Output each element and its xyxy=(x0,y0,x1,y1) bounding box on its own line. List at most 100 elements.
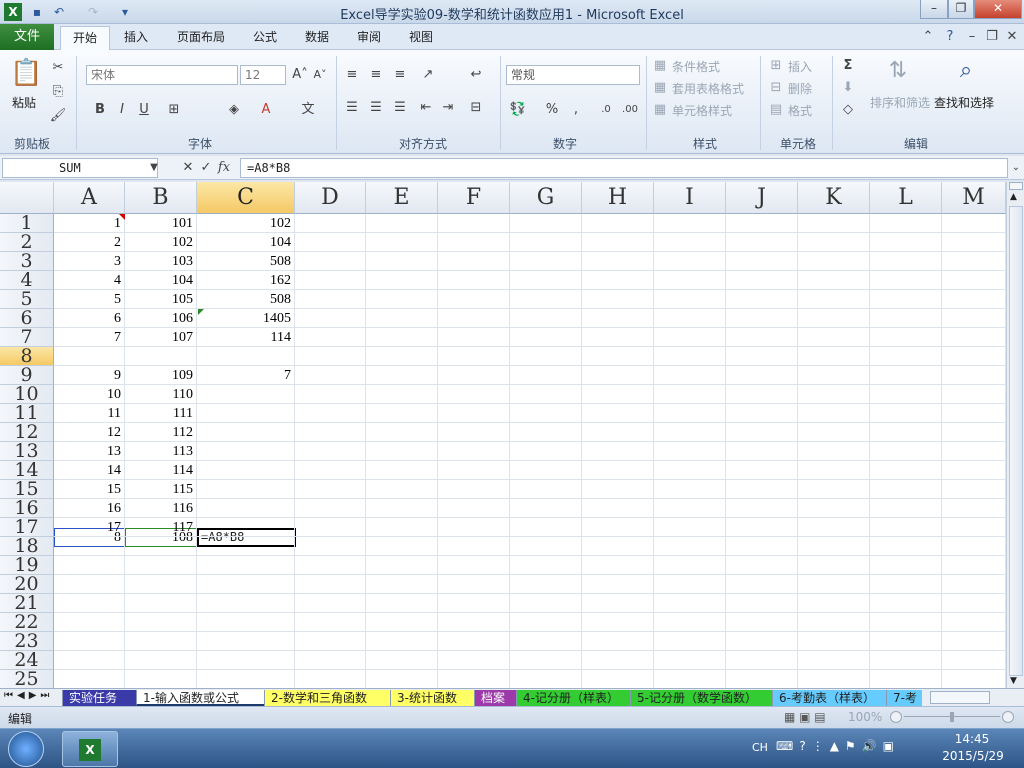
row-header-22[interactable]: 22 xyxy=(0,613,54,632)
excel-taskbar-button[interactable]: X xyxy=(62,731,118,767)
decrease-decimal-icon[interactable]: .00 xyxy=(620,100,640,120)
comma-style-icon[interactable]: , xyxy=(566,100,586,120)
clear-icon[interactable]: ◇ xyxy=(838,100,858,120)
clock-date[interactable]: 2015/5/29 xyxy=(936,749,1010,763)
cell-a4[interactable]: 4 xyxy=(54,271,125,290)
doc-minimize-icon[interactable]: – xyxy=(962,27,982,47)
paste-button[interactable]: 粘贴 xyxy=(12,94,36,111)
select-all-corner[interactable] xyxy=(0,182,54,214)
format-cells-button[interactable]: 格式 xyxy=(788,102,812,119)
row-header-19[interactable]: 19 xyxy=(0,556,54,575)
align-bottom-icon[interactable]: ≡ xyxy=(390,65,410,85)
enter-icon[interactable]: ✓ xyxy=(196,158,216,178)
name-box-dropdown-icon[interactable]: ▼ xyxy=(144,158,164,178)
cell-a3[interactable]: 3 xyxy=(54,252,125,271)
sheet-tab-6[interactable]: 4-记分册（样表） xyxy=(516,690,630,706)
cell-b17[interactable]: 117 xyxy=(125,518,197,537)
row-header-3[interactable]: 3 xyxy=(0,252,54,271)
column-header-h[interactable]: H xyxy=(582,182,654,214)
row-header-17[interactable]: 17 xyxy=(0,518,54,537)
align-middle-icon[interactable]: ≡ xyxy=(366,65,386,85)
accounting-format-icon[interactable]: 💱 xyxy=(508,100,528,120)
tray-icons-icon[interactable]: ⌨?⋮▲⚑🔊▣ xyxy=(776,739,900,753)
cell-b10[interactable]: 110 xyxy=(125,385,197,404)
cell-a14[interactable]: 14 xyxy=(54,461,125,480)
cut-icon[interactable]: ✂ xyxy=(48,58,68,78)
cell-b2[interactable]: 102 xyxy=(125,233,197,252)
zoom-slider[interactable] xyxy=(890,711,1016,723)
scroll-thumb[interactable] xyxy=(1009,206,1023,676)
horizontal-scrollbar[interactable] xyxy=(930,691,990,704)
merge-center-icon[interactable]: ⊟ xyxy=(466,98,486,118)
sheet-tab-4[interactable]: 3-统计函数 xyxy=(390,690,474,706)
border-icon[interactable]: ⊞ xyxy=(164,100,184,120)
row-header-15[interactable]: 15 xyxy=(0,480,54,499)
cell-a1[interactable]: 1 xyxy=(54,214,125,233)
name-box[interactable]: SUM xyxy=(2,158,158,178)
column-header-i[interactable]: I xyxy=(654,182,726,214)
cell-c7[interactable]: 114 xyxy=(197,328,295,347)
sheet-tab-9[interactable]: 7-考 xyxy=(886,690,922,706)
sheet-tab-1[interactable]: 实验任务 xyxy=(62,690,136,706)
input-language[interactable]: CH xyxy=(752,741,768,754)
sort-filter-button[interactable]: 排序和筛选 xyxy=(870,94,930,111)
row-header-4[interactable]: 4 xyxy=(0,271,54,290)
column-header-m[interactable]: M xyxy=(942,182,1006,214)
row-header-10[interactable]: 10 xyxy=(0,385,54,404)
column-header-g[interactable]: G xyxy=(510,182,582,214)
cell-c6[interactable]: 1405 xyxy=(197,309,295,328)
clock-time[interactable]: 14:45 xyxy=(944,732,1000,746)
cell-c3[interactable]: 508 xyxy=(197,252,295,271)
cell-a15[interactable]: 15 xyxy=(54,480,125,499)
scroll-up-icon[interactable]: ▲ xyxy=(1010,192,1017,202)
tab-page-layout[interactable]: 页面布局 xyxy=(166,26,236,50)
cell-a2[interactable]: 2 xyxy=(54,233,125,252)
column-header-a[interactable]: A xyxy=(54,182,125,214)
row-header-6[interactable]: 6 xyxy=(0,309,54,328)
start-button[interactable] xyxy=(8,731,44,767)
cancel-icon[interactable]: ✕ xyxy=(178,158,198,178)
tab-home[interactable]: 开始 xyxy=(60,26,110,50)
tab-view[interactable]: 视图 xyxy=(400,26,442,50)
cell-a10[interactable]: 10 xyxy=(54,385,125,404)
cell-a12[interactable]: 12 xyxy=(54,423,125,442)
column-header-l[interactable]: L xyxy=(870,182,942,214)
cell-a11[interactable]: 11 xyxy=(54,404,125,423)
wrap-text-icon[interactable]: ↩ xyxy=(466,65,486,85)
column-header-k[interactable]: K xyxy=(798,182,870,214)
cell-b16[interactable]: 116 xyxy=(125,499,197,518)
align-center-icon[interactable]: ☰ xyxy=(366,98,386,118)
expand-formula-icon[interactable]: ⌄ xyxy=(1006,158,1024,178)
cell-a5[interactable]: 5 xyxy=(54,290,125,309)
italic-button[interactable]: I xyxy=(112,100,132,120)
cell-a6[interactable]: 6 xyxy=(54,309,125,328)
cell-a7[interactable]: 7 xyxy=(54,328,125,347)
row-header-16[interactable]: 16 xyxy=(0,499,54,518)
row-header-18[interactable]: 18 xyxy=(0,537,54,556)
orientation-icon[interactable]: ↗ xyxy=(418,65,438,85)
row-header-21[interactable]: 21 xyxy=(0,594,54,613)
doc-restore-icon[interactable]: ❐ xyxy=(982,27,1002,47)
row-header-8[interactable]: 8 xyxy=(0,347,54,366)
cell-a9[interactable]: 9 xyxy=(54,366,125,385)
row-header-11[interactable]: 11 xyxy=(0,404,54,423)
sheet-tab-3[interactable]: 2-数学和三角函数 xyxy=(264,690,390,706)
column-header-c[interactable]: C xyxy=(197,182,295,214)
cell-c5[interactable]: 508 xyxy=(197,290,295,309)
tab-file[interactable]: 文件 xyxy=(0,24,54,50)
cell-b1[interactable]: 101 xyxy=(125,214,197,233)
insert-function-button[interactable]: fx xyxy=(214,158,234,178)
row-header-9[interactable]: 9 xyxy=(0,366,54,385)
row-header-7[interactable]: 7 xyxy=(0,328,54,347)
decrease-indent-icon[interactable]: ⇤ xyxy=(416,98,436,118)
cell-c1[interactable]: 102 xyxy=(197,214,295,233)
autosum-button[interactable]: Σ xyxy=(838,56,858,76)
vertical-scrollbar[interactable]: ▲ ▼ xyxy=(1006,182,1024,688)
sheet-nav-arrows-icon[interactable]: ⏮◀▶⏭ xyxy=(4,690,53,701)
row-header-24[interactable]: 24 xyxy=(0,651,54,670)
align-left-icon[interactable]: ☰ xyxy=(342,98,362,118)
align-right-icon[interactable]: ☰ xyxy=(390,98,410,118)
font-name-box[interactable]: 宋体 xyxy=(86,65,238,85)
increase-decimal-icon[interactable]: .0 xyxy=(596,100,616,120)
conditional-format-button[interactable]: 条件格式 xyxy=(672,58,720,75)
